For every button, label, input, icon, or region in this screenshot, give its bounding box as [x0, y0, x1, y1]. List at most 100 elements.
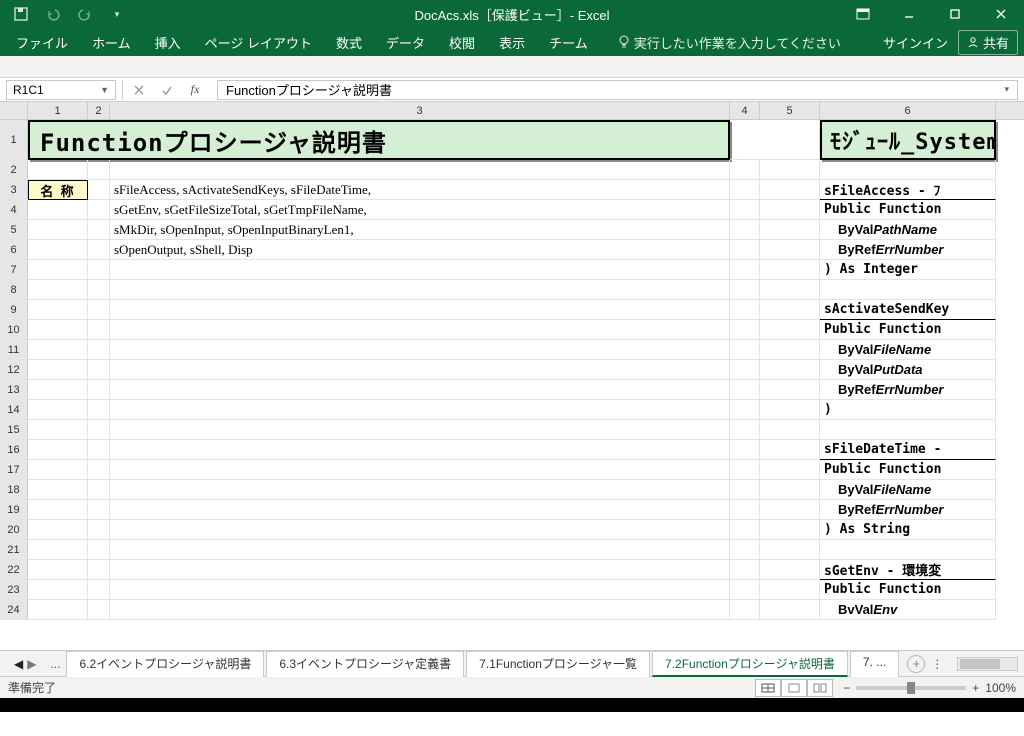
- tab-data[interactable]: データ: [376, 29, 435, 56]
- cell[interactable]: [88, 440, 110, 460]
- cell[interactable]: [110, 420, 730, 440]
- cell[interactable]: [760, 200, 820, 220]
- cell[interactable]: [820, 420, 996, 440]
- cell[interactable]: [730, 180, 760, 200]
- cell[interactable]: [760, 380, 820, 400]
- title-cell[interactable]: Functionプロシージャ説明書: [28, 120, 730, 160]
- cell[interactable]: [730, 240, 760, 260]
- row-header[interactable]: 19: [0, 500, 28, 520]
- qat-dropdown-icon[interactable]: ▾: [104, 3, 130, 25]
- cell[interactable]: ByVal PutData: [820, 360, 996, 380]
- cell[interactable]: [110, 560, 730, 580]
- cell[interactable]: ByVal FileName: [820, 340, 996, 360]
- tab-nav-next-icon[interactable]: ▶: [27, 657, 36, 671]
- cell[interactable]: [730, 520, 760, 540]
- tab-view[interactable]: 表示: [489, 29, 535, 56]
- cell[interactable]: [110, 260, 730, 280]
- cell[interactable]: [110, 340, 730, 360]
- cell[interactable]: [28, 320, 88, 340]
- row-header[interactable]: 7: [0, 260, 28, 280]
- cell[interactable]: sMkDir, sOpenInput, sOpenInputBinaryLen1…: [110, 220, 730, 240]
- maximize-icon[interactable]: [932, 0, 978, 28]
- cell[interactable]: ) As String: [820, 520, 996, 540]
- cell[interactable]: [28, 600, 88, 620]
- cell[interactable]: [88, 480, 110, 500]
- cell[interactable]: [88, 260, 110, 280]
- cell[interactable]: [730, 440, 760, 460]
- cell[interactable]: [88, 420, 110, 440]
- cell[interactable]: ByRef ErrNumber: [820, 240, 996, 260]
- cell[interactable]: [760, 440, 820, 460]
- cell[interactable]: [730, 360, 760, 380]
- cell[interactable]: [88, 600, 110, 620]
- cell[interactable]: [28, 280, 88, 300]
- cell[interactable]: [730, 120, 820, 160]
- cell[interactable]: [88, 160, 110, 180]
- cell[interactable]: [730, 600, 760, 620]
- col-header[interactable]: 1: [28, 102, 88, 119]
- cell[interactable]: [110, 380, 730, 400]
- share-button[interactable]: 共有: [958, 30, 1018, 55]
- horizontal-scrollbar[interactable]: [957, 657, 1018, 671]
- row-header[interactable]: 3: [0, 180, 28, 200]
- redo-icon[interactable]: [72, 3, 98, 25]
- cell[interactable]: [760, 500, 820, 520]
- cell[interactable]: [730, 460, 760, 480]
- cell[interactable]: [28, 440, 88, 460]
- cell[interactable]: sActivateSendKey: [820, 300, 996, 320]
- view-page-break-icon[interactable]: [807, 679, 833, 697]
- cell[interactable]: [110, 280, 730, 300]
- cell[interactable]: [730, 340, 760, 360]
- cell[interactable]: [28, 160, 88, 180]
- cell[interactable]: [760, 300, 820, 320]
- view-page-layout-icon[interactable]: [781, 679, 807, 697]
- row-header[interactable]: 1: [0, 120, 28, 160]
- cell[interactable]: [88, 360, 110, 380]
- cell[interactable]: [730, 280, 760, 300]
- cell[interactable]: [88, 320, 110, 340]
- cell[interactable]: [28, 540, 88, 560]
- cell[interactable]: [730, 480, 760, 500]
- sheet-tab[interactable]: 7. ...: [850, 651, 899, 677]
- cell[interactable]: [730, 540, 760, 560]
- cell[interactable]: [88, 500, 110, 520]
- tab-nav-prev-icon[interactable]: ◀: [14, 657, 23, 671]
- zoom-slider[interactable]: [856, 686, 966, 690]
- cell[interactable]: [760, 560, 820, 580]
- enter-icon[interactable]: [157, 80, 177, 100]
- cell[interactable]: [820, 540, 996, 560]
- cell[interactable]: [88, 340, 110, 360]
- cell[interactable]: [760, 220, 820, 240]
- row-header[interactable]: 13: [0, 380, 28, 400]
- tab-page-layout[interactable]: ページ レイアウト: [195, 29, 322, 56]
- col-header[interactable]: 6: [820, 102, 996, 119]
- cell[interactable]: [730, 220, 760, 240]
- row-header[interactable]: 12: [0, 360, 28, 380]
- tab-insert[interactable]: 挿入: [145, 29, 191, 56]
- cell[interactable]: [88, 560, 110, 580]
- cell[interactable]: [88, 280, 110, 300]
- cell[interactable]: [760, 420, 820, 440]
- row-header[interactable]: 17: [0, 460, 28, 480]
- cell[interactable]: [760, 520, 820, 540]
- close-icon[interactable]: [978, 0, 1024, 28]
- cell[interactable]: sFileAccess - ﾌ: [820, 180, 996, 200]
- module-title-cell[interactable]: ﾓｼﾞｭｰﾙ_System: [820, 120, 996, 160]
- cell[interactable]: [730, 560, 760, 580]
- cell[interactable]: [88, 580, 110, 600]
- cell[interactable]: [110, 400, 730, 420]
- cell[interactable]: ): [820, 400, 996, 420]
- name-box[interactable]: R1C1 ▼: [6, 80, 116, 100]
- cell[interactable]: [110, 440, 730, 460]
- cell[interactable]: [110, 600, 730, 620]
- cell[interactable]: [730, 500, 760, 520]
- row-header[interactable]: 24: [0, 600, 28, 620]
- cell[interactable]: [760, 160, 820, 180]
- ribbon-options-icon[interactable]: [840, 0, 886, 28]
- cell[interactable]: [110, 580, 730, 600]
- formula-input[interactable]: Functionプロシージャ説明書 ▾: [217, 80, 1018, 100]
- cell[interactable]: ByRef ErrNumber: [820, 500, 996, 520]
- save-icon[interactable]: [8, 3, 34, 25]
- row-header[interactable]: 4: [0, 200, 28, 220]
- zoom-out-button[interactable]: −: [843, 681, 850, 695]
